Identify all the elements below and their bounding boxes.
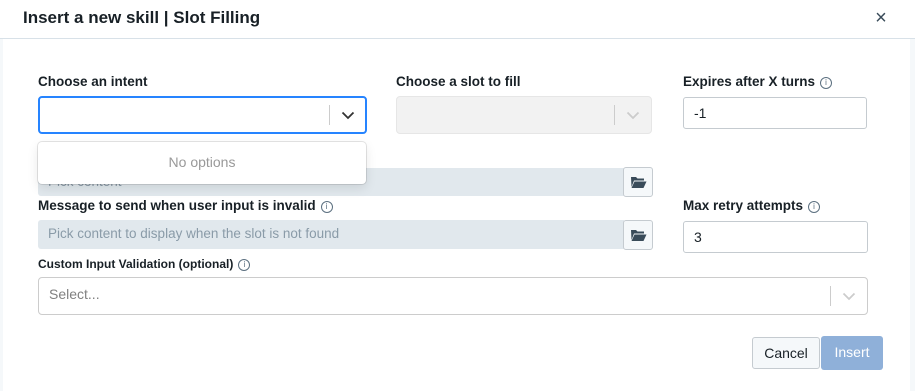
cancel-button[interactable]: Cancel [752,337,820,369]
no-options-text: No options [168,154,236,170]
max-retry-label-text: Max retry attempts [683,198,804,213]
custom-validation-label: Custom Input Validation (optional) i [38,257,251,271]
folder-open-icon [631,230,647,241]
info-icon: i [820,77,833,89]
info-icon: i [238,259,251,271]
custom-validation-separator [830,286,831,306]
chevron-down-icon[interactable] [839,286,859,306]
expires-label-text: Expires after X turns [683,74,816,89]
invalid-message-field[interactable]: Pick content to display when the slot is… [38,220,624,249]
intent-label: Choose an intent [38,74,148,89]
intent-select[interactable] [38,96,367,134]
slot-label: Choose a slot to fill [396,74,521,89]
prompt-content-browse-button[interactable] [623,167,653,197]
invalid-message-label-text: Message to send when user input is inval… [38,198,316,213]
invalid-message-browse-button[interactable] [623,220,653,250]
custom-validation-select[interactable]: Select... [38,277,868,315]
close-icon[interactable]: × [871,7,891,29]
expires-label: Expires after X turns i [683,74,833,89]
info-icon: i [320,201,333,213]
max-retry-input[interactable] [683,221,868,253]
insert-button[interactable]: Insert [821,336,883,370]
intent-dropdown-menu: No options [38,142,366,184]
folder-open-icon [631,177,647,188]
invalid-message-label: Message to send when user input is inval… [38,198,333,213]
dialog-title: Insert a new skill | Slot Filling [23,8,261,27]
expires-input[interactable] [683,97,867,129]
intent-select-separator [329,105,330,125]
custom-validation-placeholder: Select... [49,286,100,302]
slot-select[interactable] [396,96,652,134]
slot-select-separator [614,105,615,125]
max-retry-label: Max retry attempts i [683,198,821,213]
chevron-down-icon[interactable] [623,105,643,125]
dialog-header: Insert a new skill | Slot Filling × [0,0,915,39]
custom-validation-label-text: Custom Input Validation (optional) [38,257,234,271]
info-icon: i [808,201,821,213]
chevron-down-icon[interactable] [338,105,358,125]
